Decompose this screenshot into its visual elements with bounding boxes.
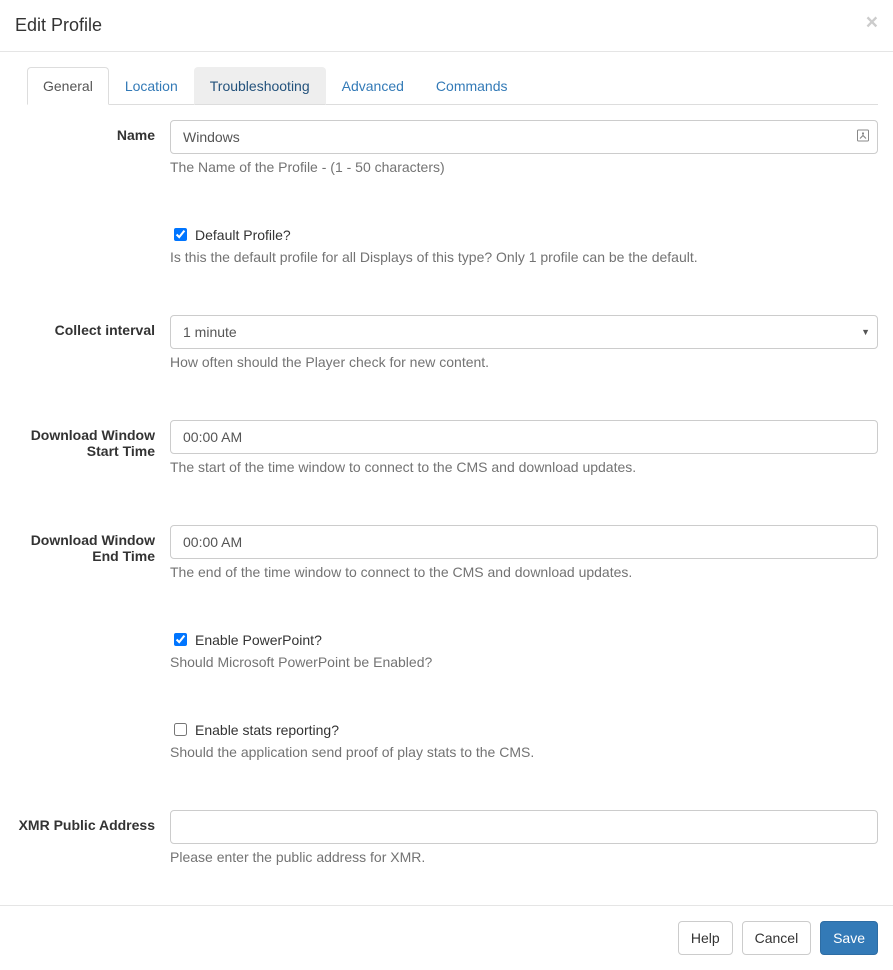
name-input[interactable]	[170, 120, 878, 154]
tab-general-label: General	[27, 67, 109, 105]
enable-stats-checkbox-label[interactable]: Enable stats reporting?	[170, 720, 339, 739]
form-group-enable-stats: Enable stats reporting? Should the appli…	[15, 720, 878, 770]
default-profile-checkbox-label[interactable]: Default Profile?	[170, 225, 291, 244]
download-start-label: Download Window Start Time	[15, 420, 170, 459]
form-group-download-end: Download Window End Time The end of the …	[15, 525, 878, 590]
modal-title: Edit Profile	[15, 15, 878, 36]
default-profile-text: Default Profile?	[195, 227, 291, 243]
name-label: Name	[15, 120, 170, 143]
form-group-enable-ppt: Enable PowerPoint? Should Microsoft Powe…	[15, 630, 878, 680]
enable-ppt-text: Enable PowerPoint?	[195, 632, 322, 648]
close-button[interactable]: ×	[866, 12, 878, 33]
enable-stats-text: Enable stats reporting?	[195, 722, 339, 738]
download-start-input[interactable]	[170, 420, 878, 454]
tab-location[interactable]: Location	[109, 67, 194, 105]
tab-advanced-label: Advanced	[326, 67, 420, 105]
collect-interval-label: Collect interval	[15, 315, 170, 338]
xmr-input[interactable]	[170, 810, 878, 844]
cancel-button[interactable]: Cancel	[742, 921, 812, 955]
default-profile-checkbox[interactable]	[174, 228, 187, 241]
modal-footer: Help Cancel Save	[0, 905, 893, 970]
form-group-collect-interval: Collect interval 1 minute How often shou…	[15, 315, 878, 380]
xmr-help: Please enter the public address for XMR.	[170, 849, 878, 865]
collect-interval-select[interactable]: 1 minute	[170, 315, 878, 349]
download-start-help: The start of the time window to connect …	[170, 459, 878, 475]
close-icon: ×	[866, 11, 878, 34]
tab-commands[interactable]: Commands	[420, 67, 524, 105]
form-group-name: Name The Name of the Profile - (1 - 50 c…	[15, 120, 878, 185]
tab-advanced[interactable]: Advanced	[326, 67, 420, 105]
modal-body: General Location Troubleshooting Advance…	[0, 52, 893, 905]
tab-troubleshooting[interactable]: Troubleshooting	[194, 67, 326, 105]
nav-tabs: General Location Troubleshooting Advance…	[27, 67, 878, 105]
form-group-xmr: XMR Public Address Please enter the publ…	[15, 810, 878, 875]
name-help: The Name of the Profile - (1 - 50 charac…	[170, 159, 878, 175]
download-end-input[interactable]	[170, 525, 878, 559]
tab-troubleshooting-label: Troubleshooting	[194, 67, 326, 105]
tab-commands-label: Commands	[420, 67, 524, 105]
tab-general[interactable]: General	[27, 67, 109, 105]
form-group-default-profile: Default Profile? Is this the default pro…	[15, 225, 878, 275]
enable-stats-help: Should the application send proof of pla…	[170, 744, 878, 760]
collect-interval-help: How often should the Player check for ne…	[170, 354, 878, 370]
form: Name The Name of the Profile - (1 - 50 c…	[15, 105, 878, 875]
enable-ppt-help: Should Microsoft PowerPoint be Enabled?	[170, 654, 878, 670]
enable-stats-checkbox[interactable]	[174, 723, 187, 736]
xmr-label: XMR Public Address	[15, 810, 170, 833]
save-button[interactable]: Save	[820, 921, 878, 955]
default-profile-help: Is this the default profile for all Disp…	[170, 249, 878, 265]
form-group-download-start: Download Window Start Time The start of …	[15, 420, 878, 485]
help-button[interactable]: Help	[678, 921, 733, 955]
modal-header: Edit Profile ×	[0, 0, 893, 52]
download-end-help: The end of the time window to connect to…	[170, 564, 878, 580]
tab-location-label: Location	[109, 67, 194, 105]
download-end-label: Download Window End Time	[15, 525, 170, 564]
enable-ppt-checkbox[interactable]	[174, 633, 187, 646]
enable-ppt-checkbox-label[interactable]: Enable PowerPoint?	[170, 630, 322, 649]
